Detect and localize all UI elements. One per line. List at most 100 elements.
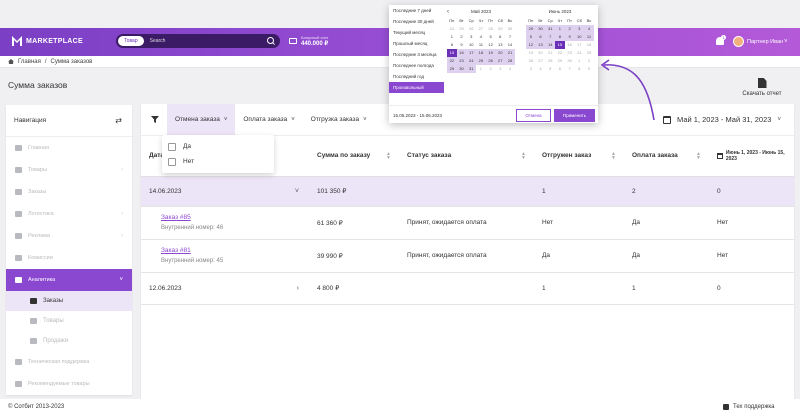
calendar-day[interactable]: 30 <box>456 65 467 73</box>
filter-payment[interactable]: Оплата заказа ˅ <box>235 104 302 136</box>
sidebar-item-orders[interactable]: Заказы <box>6 181 132 203</box>
calendar-day[interactable]: 5 <box>486 33 496 41</box>
calendar-day[interactable]: 7 <box>545 33 556 41</box>
calendar-day[interactable]: 6 <box>495 33 505 41</box>
search-scope-select[interactable]: Товар <box>118 36 144 46</box>
breadcrumb-home[interactable]: Главная <box>18 59 41 65</box>
sidebar-item-ads[interactable]: Реклама › <box>6 225 132 247</box>
download-report-button[interactable]: Скачать отчет <box>737 78 787 97</box>
chevron-down-icon[interactable]: ˅ <box>784 39 788 45</box>
calendar-day[interactable]: 19 <box>526 49 536 57</box>
calendar-day[interactable]: 8 <box>574 65 584 73</box>
logo[interactable]: MARKETPLACE <box>12 36 83 46</box>
sort-icon[interactable]: ▲ ▼ <box>611 152 616 161</box>
calendar-day[interactable]: 21 <box>545 49 555 57</box>
search-icon[interactable] <box>266 36 276 46</box>
avatar[interactable] <box>733 36 744 47</box>
calendar-day[interactable]: 24 <box>447 25 457 33</box>
calendar-day[interactable]: 9 <box>584 65 594 73</box>
date-preset[interactable]: Последние 30 дней <box>389 16 444 27</box>
column-header-status[interactable]: Статус заказа ▲ ▼ <box>399 136 534 177</box>
date-preset[interactable]: Последние 7 дней <box>389 5 444 16</box>
calendar-day[interactable]: 6 <box>535 33 546 41</box>
calendar-day[interactable]: 3 <box>526 65 536 73</box>
order-link[interactable]: Заказ #85 <box>161 214 309 221</box>
date-preset[interactable]: Последние 3 месяца <box>389 49 444 60</box>
calendar-day[interactable]: 30 <box>535 25 546 33</box>
date-preset[interactable]: Последний год <box>389 71 444 82</box>
calendar-day[interactable]: 9 <box>457 41 467 49</box>
sort-icon[interactable]: ▲ ▼ <box>386 152 391 161</box>
calendar-day[interactable]: 3 <box>574 25 585 33</box>
sort-icon[interactable]: ▲ ▼ <box>696 152 701 161</box>
sidebar-item-analytics[interactable]: Аналитика ˅ <box>6 269 132 291</box>
sidebar-subitem-sales[interactable]: Продажи <box>6 331 132 351</box>
sidebar-item-support[interactable]: Техническая поддержка <box>6 351 132 373</box>
calendar-day[interactable]: 23 <box>565 49 575 57</box>
calendar-day[interactable]: 2 <box>564 25 575 33</box>
calendar-day[interactable]: 1 <box>476 65 486 73</box>
calendar-day[interactable]: 3 <box>466 33 476 41</box>
calendar-day[interactable]: 27 <box>495 57 506 65</box>
calendar-day[interactable]: 31 <box>466 65 477 73</box>
calendar-day[interactable]: 4 <box>584 25 594 33</box>
chevron-down-icon[interactable]: ˅ <box>295 188 299 195</box>
date-preset[interactable]: Последнее полгода <box>389 60 444 71</box>
calendar-day[interactable]: 29 <box>555 57 565 65</box>
calendar-day[interactable]: 5 <box>545 65 555 73</box>
calendar-day[interactable]: 4 <box>476 33 486 41</box>
calendar-day[interactable]: 17 <box>574 41 584 49</box>
calendar-day[interactable]: 25 <box>476 57 486 65</box>
sidebar-item-commissions[interactable]: Комиссии <box>6 247 132 269</box>
date-preset[interactable]: Текущий месяц <box>389 27 444 38</box>
calendar-day[interactable]: 10 <box>574 33 585 41</box>
calendar-day[interactable]: 27 <box>476 25 486 33</box>
calendar-day[interactable]: 7 <box>565 65 575 73</box>
sidebar-item-logistics[interactable]: Логистика › <box>6 203 132 225</box>
column-header-sum[interactable]: Сумма по заказу ▲ ▼ <box>309 136 399 177</box>
cancel-button[interactable]: Отмена <box>516 109 551 122</box>
calendar-day[interactable]: 14 <box>545 41 556 49</box>
bonus-balance[interactable]: Бонусный счет 440.000 ₽ <box>289 35 328 47</box>
calendar-day[interactable]: 20 <box>495 49 506 57</box>
calendar-day[interactable]: 5 <box>526 33 536 41</box>
calendar-day[interactable]: 25 <box>584 49 594 57</box>
calendar-day[interactable]: 7 <box>505 33 515 41</box>
calendar-day[interactable]: 29 <box>495 25 505 33</box>
date-range-selector[interactable]: Май 1, 2023 - Май 31, 2023 ˅ <box>663 115 781 124</box>
calendar-day[interactable]: 30 <box>505 25 515 33</box>
option-no[interactable]: Нет <box>168 154 268 169</box>
apply-button[interactable]: Применить <box>554 109 595 122</box>
date-preset[interactable]: Произвольный <box>389 82 444 93</box>
calendar-day[interactable]: 18 <box>584 41 594 49</box>
calendar-day[interactable]: 13 <box>495 41 505 49</box>
calendar-day[interactable]: 2 <box>584 57 594 65</box>
calendar-day[interactable]: 22 <box>555 49 565 57</box>
calendar-day[interactable]: 20 <box>536 49 546 57</box>
calendar-day[interactable]: 16 <box>565 41 575 49</box>
option-yes[interactable]: Да <box>168 139 268 154</box>
calendar-day[interactable]: 13 <box>535 41 546 49</box>
sidebar-item-products[interactable]: Товары › <box>6 159 132 181</box>
calendar-day[interactable]: 28 <box>505 57 515 65</box>
calendar-day[interactable]: 19 <box>485 49 496 57</box>
calendar-day[interactable]: 4 <box>536 65 546 73</box>
sort-icon[interactable]: ▲ ▼ <box>521 152 526 161</box>
calendar-day[interactable]: 10 <box>466 41 476 49</box>
calendar-day[interactable]: 16 <box>456 49 467 57</box>
search-input[interactable] <box>143 38 266 44</box>
calendar-day[interactable]: 25 <box>457 25 467 33</box>
calendar-day[interactable]: 28 <box>545 57 555 65</box>
filter-shipment[interactable]: Отгрузка заказа ˅ <box>303 104 375 136</box>
calendar-day[interactable]: 24 <box>574 49 584 57</box>
calendar-day[interactable]: 1 <box>447 33 457 41</box>
swap-icon[interactable]: ⇄ <box>115 116 122 125</box>
calendar-day[interactable]: 22 <box>447 57 457 65</box>
calendar-day[interactable]: 6 <box>555 65 565 73</box>
calendar-day[interactable]: 26 <box>485 57 496 65</box>
date-preset[interactable]: Прошлый месяц <box>389 38 444 49</box>
calendar-day[interactable]: 2 <box>457 33 467 41</box>
calendar-day[interactable]: 21 <box>505 49 515 57</box>
calendar-day[interactable]: 31 <box>545 25 556 33</box>
column-header-compare-range[interactable]: Июнь 1, 2023 - Июнь 15, 2023 <box>709 136 794 177</box>
